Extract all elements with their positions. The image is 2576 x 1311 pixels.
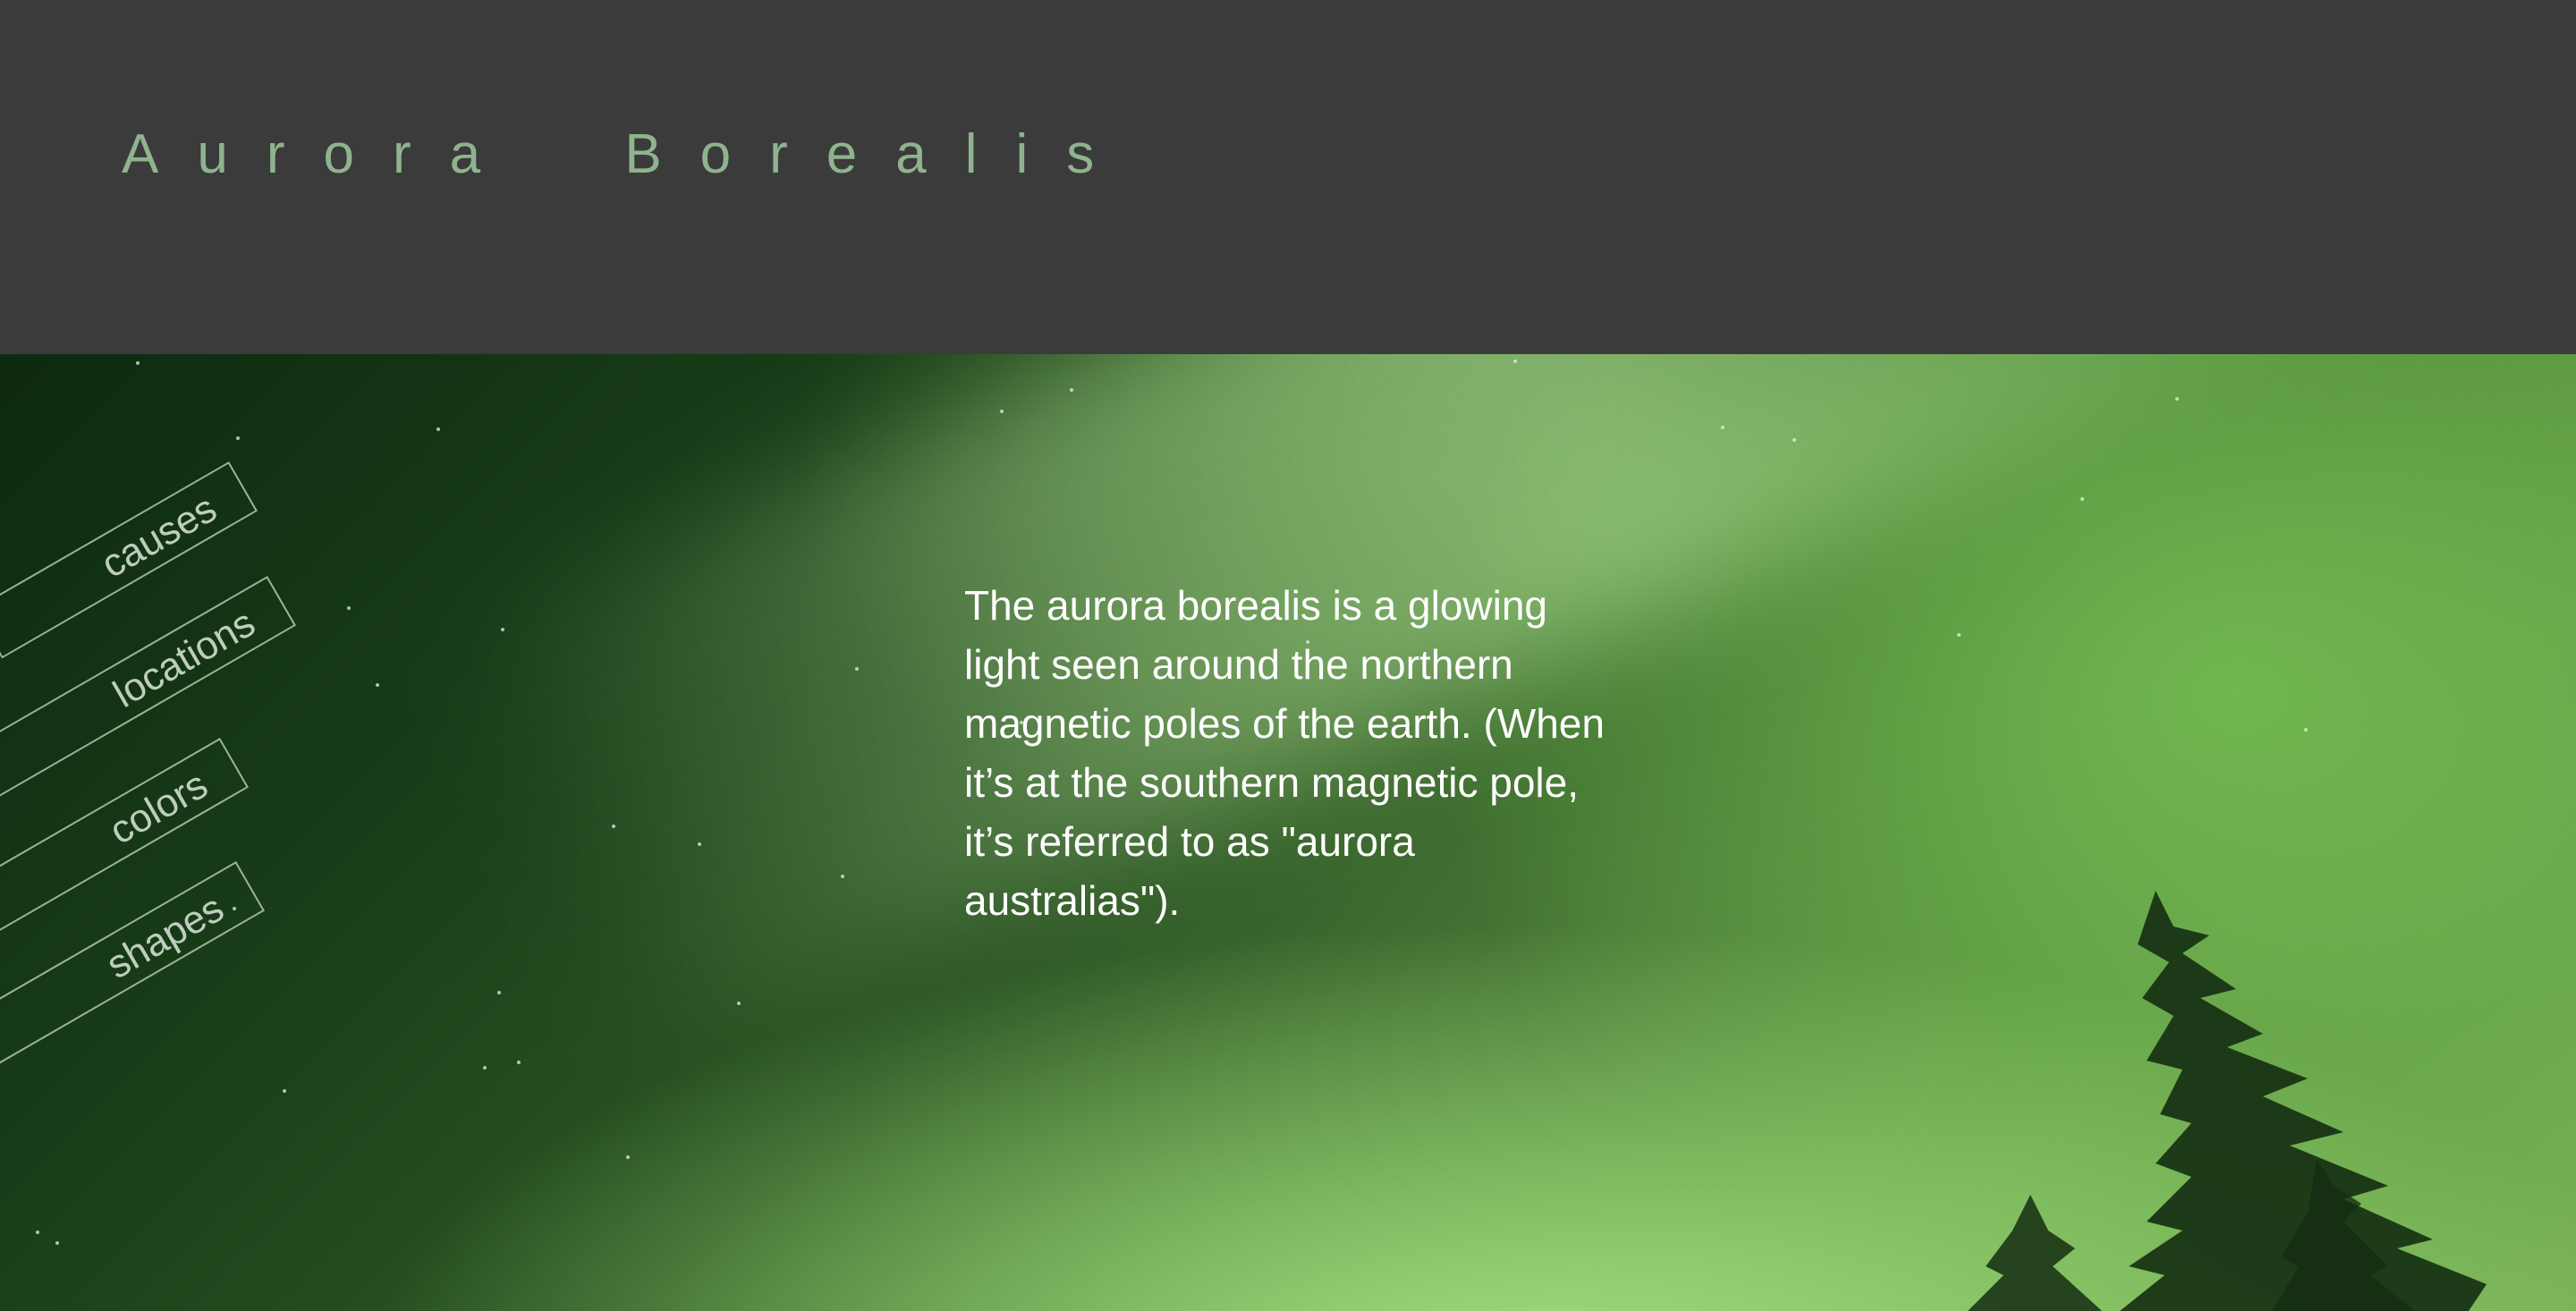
site-title: Aurora Borealis xyxy=(122,123,1133,185)
tree-silhouettes xyxy=(1968,891,2487,1311)
section-nav: causes locations colors shapes xyxy=(0,354,358,1311)
aurora-hero-image: causes locations colors shapes The auror… xyxy=(0,354,2576,1311)
site-header: Aurora Borealis xyxy=(0,0,2576,354)
page: Aurora Borealis causes locations colors … xyxy=(0,0,2576,1311)
aurora-description: The aurora borealis is a glowing light s… xyxy=(964,582,1605,924)
